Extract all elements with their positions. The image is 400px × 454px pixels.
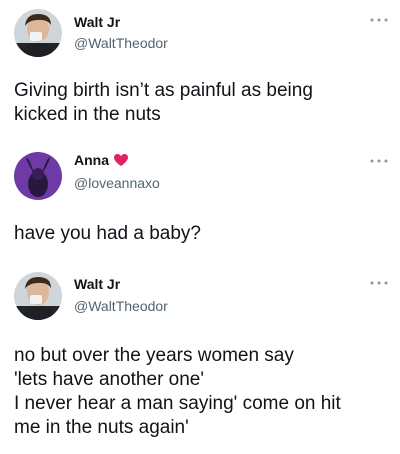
display-name[interactable]: Walt Jr	[74, 276, 120, 292]
user-handle[interactable]: @WaltTheodor	[74, 298, 168, 314]
tweet-text: Giving birth isn’t as painful as being k…	[14, 80, 313, 125]
user-handle[interactable]: @loveannaxo	[74, 175, 160, 191]
display-name[interactable]: Walt Jr	[74, 14, 120, 30]
author-name-row: Walt Jr	[74, 276, 120, 292]
avatar[interactable]	[14, 9, 62, 57]
author-name-row: Walt Jr	[74, 14, 120, 30]
more-horizontal-icon[interactable]	[368, 15, 390, 25]
heart-icon	[113, 153, 129, 167]
display-name[interactable]: Anna	[74, 152, 109, 168]
tweet: Walt Jr @WaltTheodor Giving birth isn’t …	[0, 0, 400, 130]
avatar[interactable]	[14, 152, 62, 200]
avatar[interactable]	[14, 272, 62, 320]
tweet-text: have you had a baby?	[14, 223, 201, 244]
more-horizontal-icon[interactable]	[368, 278, 390, 288]
tweet-text: no but over the years women say 'lets ha…	[14, 345, 341, 438]
tweet: Anna @loveannaxo have you had a baby?	[0, 142, 400, 258]
user-handle[interactable]: @WaltTheodor	[74, 35, 168, 51]
tweet: Walt Jr @WaltTheodor no but over the yea…	[0, 262, 400, 454]
more-horizontal-icon[interactable]	[368, 156, 390, 166]
author-name-row: Anna	[74, 152, 129, 168]
